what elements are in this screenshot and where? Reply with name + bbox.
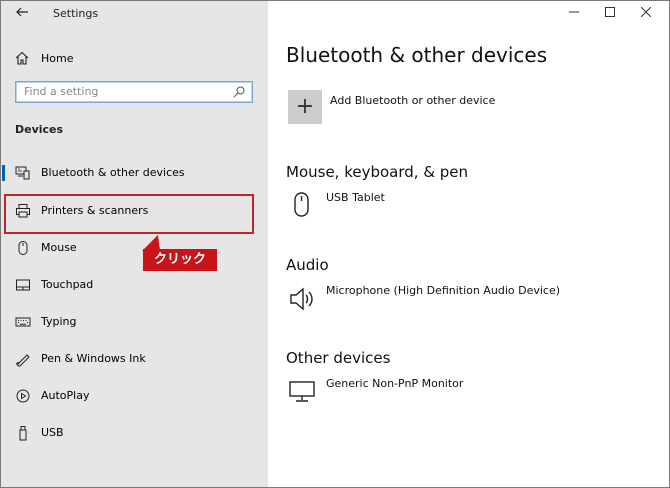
plus-icon: + xyxy=(295,94,315,119)
sidebar-item-usb[interactable]: USB xyxy=(3,418,253,448)
mouse-icon xyxy=(18,241,28,255)
search-box[interactable] xyxy=(15,81,253,103)
group-title-audio: Audio xyxy=(286,256,329,274)
minimize-button[interactable] xyxy=(554,3,594,25)
sidebar-item-typing[interactable]: Typing xyxy=(3,307,253,337)
speaker-icon xyxy=(290,287,313,311)
touchpad-icon xyxy=(16,279,30,291)
sidebar-item-pen[interactable]: Pen & Windows Ink xyxy=(3,344,253,374)
highlight-box xyxy=(4,194,254,234)
close-button[interactable] xyxy=(626,3,666,25)
pen-icon xyxy=(16,354,30,367)
sidebar-item-touchpad[interactable]: Touchpad xyxy=(3,270,253,300)
maximize-icon xyxy=(605,7,615,17)
window-title: Settings xyxy=(53,7,99,20)
minimize-icon xyxy=(569,11,579,13)
device-name[interactable]: Microphone (High Definition Audio Device… xyxy=(326,284,560,297)
sidebar-item-autoplay[interactable]: AutoPlay xyxy=(3,381,253,411)
device-name[interactable]: USB Tablet xyxy=(326,191,385,204)
page-title: Bluetooth & other devices xyxy=(286,43,548,67)
back-arrow-icon[interactable] xyxy=(15,5,31,21)
maximize-button[interactable] xyxy=(590,3,630,25)
sidebar-item-label: Touchpad xyxy=(41,278,94,291)
keyboard-icon xyxy=(15,317,31,327)
main-panel: Bluetooth & other devices + Add Bluetoot… xyxy=(268,1,669,487)
search-input[interactable] xyxy=(24,85,224,98)
add-device-label[interactable]: Add Bluetooth or other device xyxy=(330,94,495,107)
sidebar-item-label: Typing xyxy=(41,315,77,328)
usb-icon xyxy=(19,426,27,441)
close-icon xyxy=(640,6,652,18)
autoplay-icon xyxy=(16,389,30,403)
sidebar-item-label: AutoPlay xyxy=(41,389,90,402)
sidebar-item-label: Pen & Windows Ink xyxy=(41,352,146,365)
sidebar-item-label: USB xyxy=(41,426,64,439)
sidebar: Settings Home Devices Bluetooth & other … xyxy=(1,1,268,487)
mouse-icon xyxy=(294,192,309,217)
group-title-input-devices: Mouse, keyboard, & pen xyxy=(286,163,469,181)
device-name[interactable]: Generic Non-PnP Monitor xyxy=(326,377,463,390)
add-device-button[interactable]: + xyxy=(288,90,322,124)
nav-home-label: Home xyxy=(41,51,74,65)
nav-home[interactable]: Home xyxy=(15,49,73,67)
callout-label: クリック xyxy=(143,249,217,271)
sidebar-item-label: Bluetooth & other devices xyxy=(41,166,185,179)
bluetooth-devices-icon xyxy=(15,166,30,180)
sidebar-item-label: Mouse xyxy=(41,241,77,254)
home-icon xyxy=(15,51,29,65)
section-label-devices: Devices xyxy=(15,123,64,136)
group-title-other-devices: Other devices xyxy=(286,349,391,367)
search-icon[interactable] xyxy=(232,85,246,99)
monitor-icon xyxy=(289,381,315,402)
sidebar-item-bluetooth[interactable]: Bluetooth & other devices xyxy=(2,158,253,188)
